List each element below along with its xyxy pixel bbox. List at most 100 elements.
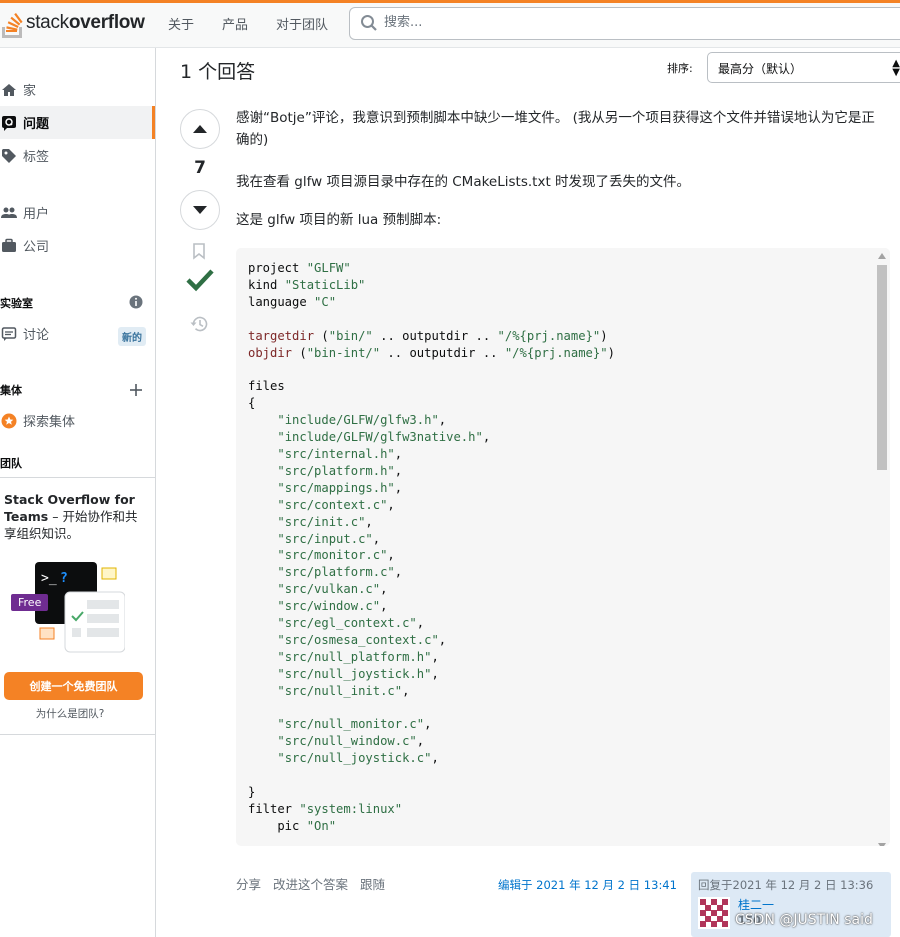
code-string: "src/null_joystick.h" [277,666,432,681]
code-token: , [438,632,447,647]
new-badge: 新的 [118,327,146,346]
sidebar-item-explore-collectives[interactable]: 探索集体 [0,404,155,437]
code-string: "bin/" [328,328,373,343]
scroll-up-icon[interactable] [878,253,886,259]
sidebar-item-label: 用户 [23,207,50,222]
answered-timestamp: 回复于2021 年 12 月 2 日 13:36 [698,878,874,892]
code-token: project [248,261,307,275]
code-string: "/%{prj.name}" [497,328,601,343]
code-token: kind [248,277,285,292]
answer-paragraph: 这是 glfw 项目的新 lua 预制脚本: [236,212,442,228]
sort-label: 排序: [667,62,693,75]
author-name-link[interactable]: 桂二一 [738,896,774,913]
code-line: { [248,396,255,410]
bookmark-icon[interactable] [192,243,206,260]
code-text: project "GLFW" kind "StaticLib" language… [248,260,615,835]
code-line: "include/GLFW/glfw3.h", [248,413,446,427]
code-string: "C" [314,294,337,309]
code-token: files [248,379,285,394]
scroll-down-icon[interactable] [878,843,886,846]
accepted-check-icon [186,269,214,292]
svg-text:>_: >_ [41,571,57,586]
code-string: "src/platform.h" [277,463,395,478]
code-keyword: targetdir [248,328,315,343]
history-icon[interactable] [190,315,209,333]
code-string: "src/null_init.c" [277,683,403,698]
code-token: { [248,396,256,411]
code-token: , [380,582,388,597]
code-token: , [416,616,425,631]
code-token: , [372,531,381,546]
code-line: } [248,785,255,799]
sort-select[interactable]: 最高分（默认） ▲ ▼ [707,52,900,83]
code-token: , [394,446,403,461]
sidebar-item-users[interactable]: 用户 [0,196,155,229]
sidebar-item-questions[interactable]: 问题 [0,106,155,139]
code-token: , [394,480,403,495]
discussions-icon [0,326,18,342]
code-string: "bin-int/" [306,345,381,360]
code-string: "StaticLib" [284,277,366,292]
code-line: "src/null_joystick.h", [248,666,438,681]
improve-answer-link[interactable]: 改进这个答案 [273,877,348,892]
code-line: pic "On" [248,819,336,833]
code-string: "src/null_window.c" [277,734,417,749]
code-line: filter "system:linux" [248,802,402,816]
downvote-button[interactable] [180,190,220,230]
share-link[interactable]: 分享 [236,877,261,892]
code-token: .. outputdir .. [380,345,505,360]
users-icon [0,205,18,221]
code-line: "src/context.c", [248,497,395,512]
code-scroll-thumb[interactable] [877,265,887,470]
search-box[interactable] [349,7,900,40]
code-token: , [424,717,432,732]
follow-link[interactable]: 跟随 [360,877,385,892]
avatar[interactable] [698,897,730,929]
left-sidebar: 家 问题 标签 用户 公司 实验室 讨论 新的 集体 探索集体 团队 Stack… [0,48,156,937]
search-input[interactable] [382,14,786,31]
code-scrollbar[interactable] [876,253,888,846]
sidebar-item-label: 公司 [23,240,50,255]
site-logo[interactable]: stackoverflow [0,6,145,40]
sidebar-item-label: 讨论 [23,328,50,343]
create-team-button[interactable]: 创建一个免费团队 [4,672,143,700]
code-token: , [394,565,403,580]
info-icon[interactable] [129,295,143,309]
why-teams-link[interactable]: 为什么是团队? [0,706,140,721]
code-line: "src/null_joystick.c", [248,751,438,766]
vote-count: 7 [194,158,206,178]
code-line: objdir ("bin-int/" .. outputdir .. "/%{p… [248,346,615,360]
code-string: "On" [306,818,337,833]
upvote-button[interactable] [180,109,220,149]
sidebar-item-tags[interactable]: 标签 [0,139,155,172]
code-token: , [438,413,447,428]
nav-products[interactable]: 产品 [222,14,248,33]
sidebar-item-label: 问题 [23,117,50,132]
code-token: , [387,497,395,512]
sidebar-item-label: 标签 [23,150,50,165]
nav-about[interactable]: 关于 [168,14,194,33]
code-string: "src/monitor.c" [277,548,388,563]
plus-icon[interactable] [130,384,142,396]
code-token: pic [248,818,307,833]
edited-timestamp-link[interactable]: 编辑于 2021 年 12 月 2 日 13:41 [498,877,677,893]
sidebar-item-companies[interactable]: 公司 [0,229,155,262]
code-line: "include/GLFW/glfw3native.h", [248,430,490,444]
code-line: project "GLFW" [248,261,351,275]
code-line: "src/platform.c", [248,565,402,579]
code-token: , [402,683,410,698]
nav-for-teams[interactable]: 对于团队 [276,14,328,33]
sidebar-item-home[interactable]: 家 [0,73,155,106]
code-token: ) [607,345,615,360]
code-line: "src/window.c", [248,599,387,613]
code-keyword: objdir [248,345,293,360]
code-string: "src/null_joystick.c" [277,751,432,766]
